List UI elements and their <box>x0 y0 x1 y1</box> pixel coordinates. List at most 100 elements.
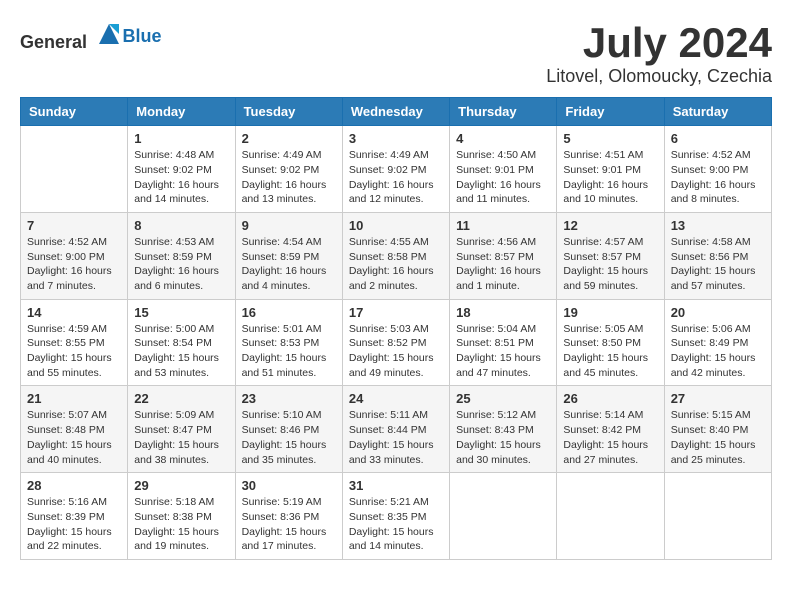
day-number: 16 <box>242 305 336 320</box>
weekday-header-row: SundayMondayTuesdayWednesdayThursdayFrid… <box>21 98 772 126</box>
day-info: Sunrise: 5:16 AMSunset: 8:39 PMDaylight:… <box>27 495 121 554</box>
calendar-cell: 26 Sunrise: 5:14 AMSunset: 8:42 PMDayligh… <box>557 386 664 473</box>
week-row-2: 7 Sunrise: 4:52 AMSunset: 9:00 PMDaylight… <box>21 212 772 299</box>
day-number: 4 <box>456 131 550 146</box>
day-number: 27 <box>671 391 765 406</box>
day-info: Sunrise: 4:55 AMSunset: 8:58 PMDaylight:… <box>349 235 443 294</box>
day-number: 1 <box>134 131 228 146</box>
day-info: Sunrise: 4:50 AMSunset: 9:01 PMDaylight:… <box>456 148 550 207</box>
day-number: 11 <box>456 218 550 233</box>
calendar-cell: 18Sunrise: 5:04 AMSunset: 8:51 PMDayligh… <box>450 299 557 386</box>
calendar-cell: 12Sunrise: 4:57 AMSunset: 8:57 PMDayligh… <box>557 212 664 299</box>
day-info: Sunrise: 4:52 AMSunset: 9:00 PMDaylight:… <box>671 148 765 207</box>
day-info: Sunrise: 5:09 AMSunset: 8:47 PMDaylight:… <box>134 408 228 467</box>
logo: General Blue <box>20 20 162 53</box>
day-info: Sunrise: 4:49 AMSunset: 9:02 PMDaylight:… <box>242 148 336 207</box>
day-number: 20 <box>671 305 765 320</box>
weekday-header-wednesday: Wednesday <box>342 98 449 126</box>
day-info: Sunrise: 4:49 AMSunset: 9:02 PMDaylight:… <box>349 148 443 207</box>
day-number: 7 <box>27 218 121 233</box>
week-row-3: 14 Sunrise: 4:59 AMSunset: 8:55 PMDayligh… <box>21 299 772 386</box>
day-number: 14 <box>27 305 121 320</box>
day-info: Sunrise: 5:05 AMSunset: 8:50 PMDaylight:… <box>563 322 657 381</box>
calendar-cell: 4 Sunrise: 4:50 AMSunset: 9:01 PMDaylight… <box>450 126 557 213</box>
calendar-cell: 27 Sunrise: 5:15 AMSunset: 8:40 PMDayligh… <box>664 386 771 473</box>
weekday-header-sunday: Sunday <box>21 98 128 126</box>
day-info: Sunrise: 5:07 AMSunset: 8:48 PMDaylight:… <box>27 408 121 467</box>
day-number: 25 <box>456 391 550 406</box>
day-number: 15 <box>134 305 228 320</box>
calendar-cell: 9 Sunrise: 4:54 AMSunset: 8:59 PMDaylight… <box>235 212 342 299</box>
day-number: 3 <box>349 131 443 146</box>
calendar-cell <box>450 473 557 560</box>
day-info: Sunrise: 5:12 AMSunset: 8:43 PMDaylight:… <box>456 408 550 467</box>
day-number: 24 <box>349 391 443 406</box>
calendar-cell: 8Sunrise: 4:53 AMSunset: 8:59 PMDaylight… <box>128 212 235 299</box>
day-number: 2 <box>242 131 336 146</box>
day-info: Sunrise: 5:03 AMSunset: 8:52 PMDaylight:… <box>349 322 443 381</box>
day-info: Sunrise: 4:58 AMSunset: 8:56 PMDaylight:… <box>671 235 765 294</box>
calendar-cell: 19 Sunrise: 5:05 AMSunset: 8:50 PMDayligh… <box>557 299 664 386</box>
day-number: 26 <box>563 391 657 406</box>
day-number: 29 <box>134 478 228 493</box>
day-number: 18 <box>456 305 550 320</box>
calendar-cell: 30 Sunrise: 5:19 AMSunset: 8:36 PMDayligh… <box>235 473 342 560</box>
day-info: Sunrise: 5:15 AMSunset: 8:40 PMDaylight:… <box>671 408 765 467</box>
day-number: 21 <box>27 391 121 406</box>
weekday-header-friday: Friday <box>557 98 664 126</box>
day-number: 13 <box>671 218 765 233</box>
calendar-cell: 28 Sunrise: 5:16 AMSunset: 8:39 PMDayligh… <box>21 473 128 560</box>
day-number: 17 <box>349 305 443 320</box>
logo-general: General <box>20 32 87 52</box>
calendar-cell: 14 Sunrise: 4:59 AMSunset: 8:55 PMDayligh… <box>21 299 128 386</box>
week-row-4: 21 Sunrise: 5:07 AMSunset: 8:48 PMDayligh… <box>21 386 772 473</box>
month-title: July 2024 <box>546 20 772 66</box>
calendar-cell: 25 Sunrise: 5:12 AMSunset: 8:43 PMDayligh… <box>450 386 557 473</box>
calendar-cell: 11Sunrise: 4:56 AMSunset: 8:57 PMDayligh… <box>450 212 557 299</box>
calendar-cell: 7 Sunrise: 4:52 AMSunset: 9:00 PMDaylight… <box>21 212 128 299</box>
day-number: 19 <box>563 305 657 320</box>
calendar-cell: 15 Sunrise: 5:00 AMSunset: 8:54 PMDayligh… <box>128 299 235 386</box>
calendar-cell <box>21 126 128 213</box>
day-number: 9 <box>242 218 336 233</box>
day-number: 5 <box>563 131 657 146</box>
title-area: July 2024 Litovel, Olomoucky, Czechia <box>546 20 772 87</box>
calendar-cell: 21 Sunrise: 5:07 AMSunset: 8:48 PMDayligh… <box>21 386 128 473</box>
weekday-header-monday: Monday <box>128 98 235 126</box>
calendar-cell: 3 Sunrise: 4:49 AMSunset: 9:02 PMDaylight… <box>342 126 449 213</box>
calendar-cell: 17 Sunrise: 5:03 AMSunset: 8:52 PMDayligh… <box>342 299 449 386</box>
day-info: Sunrise: 5:14 AMSunset: 8:42 PMDaylight:… <box>563 408 657 467</box>
day-info: Sunrise: 5:21 AMSunset: 8:35 PMDaylight:… <box>349 495 443 554</box>
day-info: Sunrise: 5:18 AMSunset: 8:38 PMDaylight:… <box>134 495 228 554</box>
logo-blue: Blue <box>123 26 162 46</box>
logo-icon <box>95 20 123 48</box>
day-number: 12 <box>563 218 657 233</box>
calendar-cell: 5Sunrise: 4:51 AMSunset: 9:01 PMDaylight… <box>557 126 664 213</box>
day-info: Sunrise: 4:48 AMSunset: 9:02 PMDaylight:… <box>134 148 228 207</box>
day-number: 10 <box>349 218 443 233</box>
day-info: Sunrise: 5:00 AMSunset: 8:54 PMDaylight:… <box>134 322 228 381</box>
location-title: Litovel, Olomoucky, Czechia <box>546 66 772 87</box>
day-info: Sunrise: 5:06 AMSunset: 8:49 PMDaylight:… <box>671 322 765 381</box>
weekday-header-thursday: Thursday <box>450 98 557 126</box>
calendar-cell: 10 Sunrise: 4:55 AMSunset: 8:58 PMDayligh… <box>342 212 449 299</box>
day-info: Sunrise: 4:52 AMSunset: 9:00 PMDaylight:… <box>27 235 121 294</box>
day-number: 28 <box>27 478 121 493</box>
header: General Blue July 2024 Litovel, Olomouck… <box>20 20 772 87</box>
day-number: 8 <box>134 218 228 233</box>
week-row-5: 28 Sunrise: 5:16 AMSunset: 8:39 PMDayligh… <box>21 473 772 560</box>
calendar-cell: 29 Sunrise: 5:18 AMSunset: 8:38 PMDayligh… <box>128 473 235 560</box>
day-info: Sunrise: 4:59 AMSunset: 8:55 PMDaylight:… <box>27 322 121 381</box>
calendar-cell <box>557 473 664 560</box>
calendar-cell: 22 Sunrise: 5:09 AMSunset: 8:47 PMDayligh… <box>128 386 235 473</box>
weekday-header-saturday: Saturday <box>664 98 771 126</box>
day-number: 6 <box>671 131 765 146</box>
day-number: 23 <box>242 391 336 406</box>
day-info: Sunrise: 4:54 AMSunset: 8:59 PMDaylight:… <box>242 235 336 294</box>
calendar-cell: 24Sunrise: 5:11 AMSunset: 8:44 PMDayligh… <box>342 386 449 473</box>
day-number: 31 <box>349 478 443 493</box>
day-number: 30 <box>242 478 336 493</box>
day-info: Sunrise: 5:19 AMSunset: 8:36 PMDaylight:… <box>242 495 336 554</box>
day-number: 22 <box>134 391 228 406</box>
calendar-cell: 1 Sunrise: 4:48 AMSunset: 9:02 PMDaylight… <box>128 126 235 213</box>
